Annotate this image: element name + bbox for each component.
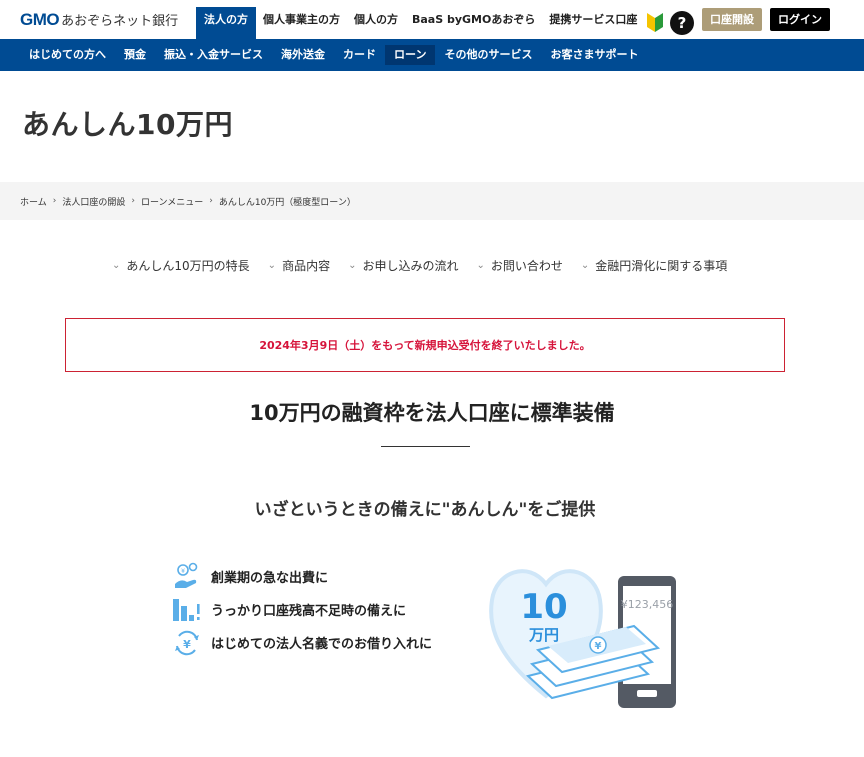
beginner-mark-icon[interactable] [646,11,664,33]
anchor-label: 商品内容 [282,259,331,273]
feature-item: うっかり口座残高不足時の備えに [172,593,432,626]
tab-baas[interactable]: BaaS byGMOあおぞら [405,7,542,39]
help-icon[interactable]: ? [670,11,694,35]
heart-amount-unit: 万円 [528,626,559,644]
feature-item: ¥ 創業期の急な出費に [172,560,432,593]
anchor-product-details[interactable]: ⌄ 商品内容 [268,257,330,274]
anchor-features[interactable]: ⌄ あんしん10万円の特長 [112,257,250,274]
nav-item-deposit[interactable]: 預金 [115,45,155,65]
phone-balance-text: ¥123,456 [621,598,674,611]
page-title: あんしん10万円 [22,108,233,141]
tab-corporate[interactable]: 法人の方 [196,7,256,39]
nav-item-transfer[interactable]: 振込・入金サービス [155,45,272,65]
anchor-contact[interactable]: ⌄ お問い合わせ [476,257,562,274]
page-anchor-links: ⌄ あんしん10万円の特長 ⌄ 商品内容 ⌄ お申し込みの流れ ⌄ お問い合わせ… [112,257,745,274]
breadcrumb-separator: › [209,196,213,206]
gmo-aozora-logo[interactable]: GMO あおぞらネット銀行 [20,10,178,30]
tab-sole-proprietor[interactable]: 個人事業主の方 [256,7,347,39]
tab-partner-accounts[interactable]: 提携サービス口座 [542,7,644,39]
breadcrumb-current: あんしん10万円（極度型ローン） [218,197,356,208]
yen-cycle-icon: ¥ [175,630,199,655]
coins-hand-icon: ¥ [175,562,198,588]
anchor-financial-facilitation[interactable]: ⌄ 金融円滑化に関する事項 [581,257,727,274]
svg-text:¥: ¥ [181,568,185,575]
anchor-label: お問い合わせ [490,259,563,273]
anchor-label: あんしん10万円の特長 [126,259,250,273]
breadcrumb: ホーム › 法人口座の開設 › ローンメニュー › あんしん10万円（極度型ロー… [0,182,864,220]
nav-item-card[interactable]: カード [334,45,385,65]
heart-phone-illustration: 10 万円 ¥123,456 ¥ [489,569,676,708]
bar-chart-exclamation-icon [173,598,200,621]
anchor-label: 金融円滑化に関する事項 [595,259,728,273]
nav-item-overseas-remittance[interactable]: 海外送金 [272,45,334,65]
breadcrumb-home[interactable]: ホーム [20,195,47,208]
headline-divider [381,446,470,447]
feature-text: 創業期の急な出費に [211,571,329,586]
logo-gmo: GMO [20,10,60,29]
open-account-button[interactable]: 口座開設 [702,8,762,31]
anchor-label: お申し込みの流れ [362,259,459,273]
svg-text:¥: ¥ [183,638,191,651]
chevron-down-icon: ⌄ [476,260,485,271]
chevron-down-icon: ⌄ [112,260,121,271]
logo-bank-name: あおぞらネット銀行 [61,14,179,29]
chevron-down-icon: ⌄ [267,260,277,271]
segment-tabs: 法人の方 個人事業主の方 個人の方 BaaS byGMOあおぞら 提携サービス口… [196,7,644,39]
login-button[interactable]: ログイン [770,8,830,31]
feature-item: ¥ はじめての法人名義でのお借り入れに [172,626,432,659]
heart-amount-number: 10 [520,587,567,627]
breadcrumb-separator: › [131,196,135,206]
breadcrumb-separator: › [52,196,57,206]
feature-text: はじめての法人名義でのお借り入れに [211,637,433,652]
closure-notice-text: 2024年3月9日（土）をもって新規申込受付を終了いたしました。 [259,339,591,352]
section-headline: 10万円の融資枠を法人口座に標準装備 [249,401,615,425]
chevron-down-icon: ⌄ [348,260,357,271]
section-subheading: いざというときの備えに"あんしん"をご提供 [254,500,596,520]
feature-text: うっかり口座残高不足時の備えに [211,604,407,619]
anchor-application-flow[interactable]: ⌄ お申し込みの流れ [348,257,458,274]
closure-notice: 2024年3月9日（土）をもって新規申込受付を終了いたしました。 [65,318,785,372]
nav-item-other-services[interactable]: その他のサービス [435,45,541,65]
breadcrumb-corporate-account[interactable]: 法人口座の開設 [62,195,125,208]
main-nav: はじめての方へ 預金 振込・入金サービス 海外送金 カード ローン その他のサー… [0,39,864,71]
top-bar: GMO あおぞらネット銀行 法人の方 個人事業主の方 個人の方 BaaS byG… [0,0,864,39]
nav-item-loan[interactable]: ローン [385,45,436,65]
svg-text:¥: ¥ [595,641,602,652]
chevron-down-icon: ⌄ [580,260,590,271]
feature-list: ¥ 創業期の急な出費に うっかり口座残高不足時の備えに ¥ はじめての法人名義で… [172,560,432,659]
nav-item-customer-support[interactable]: お客さまサポート [541,45,647,65]
nav-item-first-time[interactable]: はじめての方へ [20,45,115,65]
breadcrumb-loan-menu[interactable]: ローンメニュー [141,195,203,208]
tab-individual[interactable]: 個人の方 [347,7,405,39]
